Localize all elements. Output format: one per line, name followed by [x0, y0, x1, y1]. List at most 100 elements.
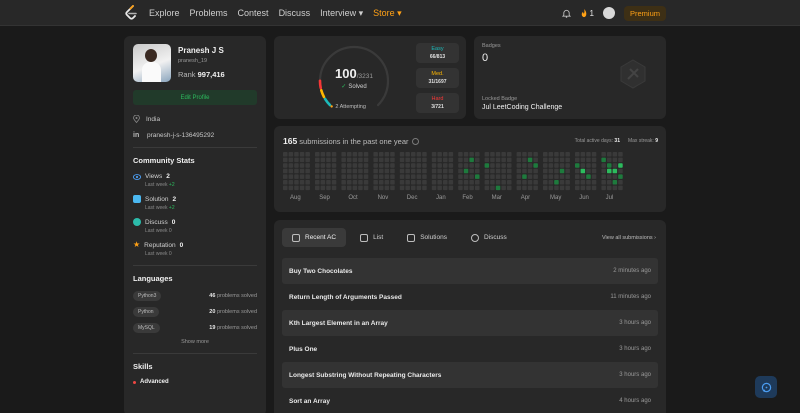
heatmap-cell[interactable] [390, 157, 395, 163]
heatmap-cell[interactable] [363, 180, 369, 185]
heatmap-cell[interactable] [379, 152, 384, 157]
heatmap-cell[interactable] [475, 185, 480, 191]
heatmap-cell[interactable] [522, 163, 527, 168]
heatmap-cell[interactable] [601, 180, 606, 185]
locked-badge-icon[interactable] [617, 58, 649, 90]
heatmap-cell[interactable] [618, 163, 623, 168]
heatmap-cell[interactable] [399, 168, 405, 174]
submission-title[interactable]: Buy Two Chocolates [289, 268, 352, 275]
heatmap-cell[interactable] [601, 157, 606, 163]
heatmap-cell[interactable] [522, 157, 527, 163]
heatmap-cell[interactable] [565, 174, 570, 179]
heatmap-cell[interactable] [399, 180, 405, 185]
heatmap-cell[interactable] [326, 152, 331, 157]
heatmap-cell[interactable] [437, 152, 442, 157]
heatmap-cell[interactable] [294, 174, 299, 179]
heatmap-cell[interactable] [469, 163, 474, 168]
tab-solutions[interactable]: Solutions [397, 228, 457, 247]
tab-list[interactable]: List [350, 228, 393, 247]
heatmap-cell[interactable] [580, 157, 586, 163]
heatmap-cell[interactable] [490, 152, 495, 157]
heatmap-cell[interactable] [533, 157, 538, 163]
heatmap-cell[interactable] [463, 168, 469, 174]
heatmap-cell[interactable] [490, 168, 495, 174]
heatmap-cell[interactable] [607, 180, 612, 185]
heatmap-cell[interactable] [463, 185, 469, 191]
bell-icon[interactable] [561, 9, 571, 18]
submission-row[interactable]: Return Length of Arguments Passed 11 minu… [282, 284, 658, 310]
heatmap-cell[interactable] [422, 174, 427, 179]
heatmap-cell[interactable] [575, 168, 580, 174]
heatmap-cell[interactable] [580, 180, 586, 185]
heatmap-cell[interactable] [448, 163, 454, 168]
heatmap-cell[interactable] [384, 180, 390, 185]
heatmap-cell[interactable] [288, 174, 294, 179]
heatmap-cell[interactable] [565, 168, 570, 174]
heatmap-cell[interactable] [399, 185, 405, 191]
heatmap-cell[interactable] [305, 185, 310, 191]
heatmap-cell[interactable] [507, 180, 512, 185]
heatmap-cell[interactable] [315, 163, 320, 168]
heatmap-cell[interactable] [527, 180, 533, 185]
heatmap-cell[interactable] [315, 185, 320, 191]
tab-discuss[interactable]: Discuss [461, 228, 517, 247]
heatmap-cell[interactable] [548, 185, 554, 191]
heatmap-cell[interactable] [586, 152, 591, 157]
heatmap-cell[interactable] [490, 174, 495, 179]
heatmap-cell[interactable] [559, 163, 565, 168]
heatmap-cell[interactable] [490, 163, 495, 168]
heatmap-cell[interactable] [469, 174, 474, 179]
heatmap-cell[interactable] [527, 185, 533, 191]
heatmap-cell[interactable] [607, 174, 612, 179]
heatmap-cell[interactable] [390, 163, 395, 168]
nav-store[interactable]: Store ▾ [373, 8, 402, 19]
heatmap-cell[interactable] [315, 168, 320, 174]
heatmap-cell[interactable] [411, 185, 416, 191]
heatmap-cell[interactable] [283, 168, 288, 174]
heatmap-cell[interactable] [299, 180, 305, 185]
heatmap-cell[interactable] [448, 168, 454, 174]
heatmap-cell[interactable] [341, 180, 346, 185]
heatmap-cell[interactable] [331, 174, 337, 179]
heatmap-cell[interactable] [463, 180, 469, 185]
heatmap-cell[interactable] [384, 152, 390, 157]
heatmap-cell[interactable] [601, 168, 606, 174]
heatmap-cell[interactable] [416, 163, 422, 168]
heatmap-cell[interactable] [331, 157, 337, 163]
heatmap-cell[interactable] [411, 152, 416, 157]
heatmap-cell[interactable] [437, 168, 442, 174]
heatmap-cell[interactable] [527, 174, 533, 179]
heatmap-cell[interactable] [495, 163, 501, 168]
heatmap-cell[interactable] [580, 152, 586, 157]
heatmap-cell[interactable] [288, 152, 294, 157]
heatmap-cell[interactable] [533, 174, 538, 179]
heatmap-cell[interactable] [305, 180, 310, 185]
heatmap-cell[interactable] [559, 168, 565, 174]
heatmap-cell[interactable] [554, 168, 559, 174]
heatmap-cell[interactable] [484, 163, 490, 168]
heatmap-cell[interactable] [554, 157, 559, 163]
heatmap-cell[interactable] [522, 152, 527, 157]
heatmap-cell[interactable] [283, 180, 288, 185]
heatmap-cell[interactable] [469, 185, 474, 191]
heatmap-cell[interactable] [331, 185, 337, 191]
heatmap-cell[interactable] [469, 157, 474, 163]
heatmap-cell[interactable] [612, 152, 618, 157]
heatmap-cell[interactable] [495, 180, 501, 185]
heatmap-cell[interactable] [299, 174, 305, 179]
heatmap-cell[interactable] [331, 168, 337, 174]
heatmap-cell[interactable] [607, 185, 612, 191]
info-icon[interactable] [411, 138, 419, 145]
heatmap-cell[interactable] [416, 180, 422, 185]
heatmap-cell[interactable] [601, 163, 606, 168]
heatmap-cell[interactable] [422, 163, 427, 168]
heatmap-cell[interactable] [501, 174, 506, 179]
heatmap-cell[interactable] [437, 157, 442, 163]
heatmap-cell[interactable] [548, 152, 554, 157]
heatmap-cell[interactable] [554, 185, 559, 191]
heatmap-cell[interactable] [533, 163, 538, 168]
heatmap-cell[interactable] [379, 185, 384, 191]
heatmap-cell[interactable] [331, 163, 337, 168]
heatmap-cell[interactable] [475, 174, 480, 179]
heatmap-cell[interactable] [373, 157, 378, 163]
